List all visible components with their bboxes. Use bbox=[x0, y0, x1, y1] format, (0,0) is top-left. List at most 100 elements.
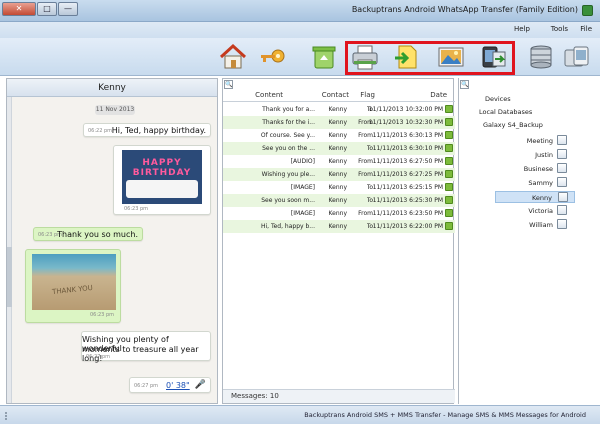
menu-bar: File Tools Help bbox=[0, 22, 600, 38]
chat-scroll-thumb[interactable] bbox=[7, 247, 12, 307]
cell-contact: Kenny bbox=[328, 145, 347, 152]
tree-node-devices[interactable]: Devices bbox=[485, 95, 511, 103]
cell-date: 11/11/2013 6:30:10 PM bbox=[372, 145, 443, 152]
cell-date: 11/11/2013 6:27:50 PM bbox=[372, 158, 443, 165]
menu-help[interactable]: Help bbox=[514, 25, 530, 33]
image-message-bubble[interactable]: THANK YOU 06:23 pm bbox=[25, 249, 121, 323]
message-bubble: 06:22 pm Hi, Ted, happy birthday. bbox=[83, 123, 211, 137]
tree-contact-sammy[interactable]: Sammy bbox=[495, 177, 575, 189]
cell-content: Wishing you ple... bbox=[261, 171, 315, 178]
key-icon[interactable] bbox=[258, 42, 288, 72]
cell-contact: Kenny bbox=[328, 171, 347, 178]
tree-contact-victoria[interactable]: Victoria bbox=[495, 205, 575, 217]
table-row[interactable]: 11/11/2013 6:25:30 PM To Kenny See you soon… bbox=[223, 194, 455, 207]
message-time: 06:27 pm bbox=[86, 354, 111, 360]
table-row[interactable]: 11/11/2013 6:22:00 PM To Kenny Hi, Ted, hap… bbox=[223, 220, 455, 233]
chat-scrollbar[interactable] bbox=[7, 97, 12, 403]
header-divider bbox=[223, 101, 455, 102]
sms-icon bbox=[445, 183, 453, 191]
cell-content: Thanks for the i... bbox=[262, 119, 315, 126]
close-window-button[interactable]: ✕ bbox=[2, 2, 36, 16]
contact-label: William bbox=[529, 221, 553, 229]
tree-node-backup[interactable]: Galaxy S4_Backup bbox=[483, 121, 543, 129]
cell-flag: To bbox=[366, 197, 373, 204]
sms-icon bbox=[445, 222, 453, 230]
table-row[interactable]: 11/11/2013 6:23:50 PM From Kenny [IMAGE] bbox=[223, 207, 455, 220]
message-bubble: 06:23 pm Thank you so much. bbox=[33, 227, 143, 241]
table-footer: Messages: 10 bbox=[223, 389, 455, 403]
sand-written-text: THANK YOU bbox=[51, 283, 94, 297]
sms-icon bbox=[445, 144, 453, 152]
audio-message-bubble[interactable]: 06:27 pm 0' 38" 🎤 bbox=[129, 377, 211, 393]
cell-flag: To bbox=[366, 145, 373, 152]
chat-contact-name: Kenny bbox=[7, 79, 217, 97]
column-flag[interactable]: Flag bbox=[360, 91, 375, 99]
birthday-cake-image: HAPPY BIRTHDAY bbox=[122, 150, 202, 204]
table-row[interactable]: 11/11/2013 10:32:00 PM To Kenny Thank you f… bbox=[223, 103, 455, 116]
beach-sand-image: THANK YOU bbox=[32, 254, 116, 310]
devices-icon[interactable] bbox=[562, 42, 592, 72]
sms-icon bbox=[445, 131, 453, 139]
contact-icon bbox=[557, 177, 567, 187]
cell-contact: Kenny bbox=[328, 158, 347, 165]
table-row[interactable]: 11/11/2013 6:27:25 PM From Kenny Wishing yo… bbox=[223, 168, 455, 181]
sms-icon bbox=[445, 170, 453, 178]
message-time: 06:23 pm bbox=[89, 312, 114, 318]
column-date[interactable]: Date bbox=[430, 91, 447, 99]
tree-contact-meeting[interactable]: Meeting bbox=[495, 135, 575, 147]
cell-contact: Kenny bbox=[328, 197, 347, 204]
cell-contact: Kenny bbox=[328, 223, 347, 230]
cell-contact: Kenny bbox=[328, 184, 347, 191]
table-row[interactable]: 11/11/2013 10:32:30 PM From Kenny Thanks fo… bbox=[223, 116, 455, 129]
table-row[interactable]: 11/11/2013 6:30:10 PM To Kenny See you on t… bbox=[223, 142, 455, 155]
maximize-window-button[interactable]: □ bbox=[37, 2, 57, 16]
column-contact[interactable]: Contact bbox=[322, 91, 349, 99]
tree-contact-justin[interactable]: Justin bbox=[495, 149, 575, 161]
table-row[interactable]: 11/11/2013 6:27:50 PM From Kenny [AUDIO] bbox=[223, 155, 455, 168]
database-icon[interactable] bbox=[526, 42, 556, 72]
table-row[interactable]: 11/11/2013 6:25:15 PM To Kenny [IMAGE] bbox=[223, 181, 455, 194]
menu-tools[interactable]: Tools bbox=[551, 25, 568, 33]
contact-label: Kenny bbox=[531, 194, 552, 202]
contact-icon bbox=[557, 205, 567, 215]
tree-contact-businese[interactable]: Businese bbox=[495, 163, 575, 175]
minimize-window-button[interactable]: — bbox=[58, 2, 78, 16]
table-search-icon[interactable]: 🔍 bbox=[224, 80, 233, 89]
chat-date-separator: 11 Nov 2013 bbox=[95, 105, 135, 115]
contact-label: Sammy bbox=[528, 179, 553, 187]
cell-content: [AUDIO] bbox=[290, 158, 315, 165]
message-count: Messages: 10 bbox=[231, 392, 279, 400]
cell-date: 11/11/2013 6:25:15 PM bbox=[372, 184, 443, 191]
recycle-icon[interactable] bbox=[309, 42, 339, 72]
cell-flag: From bbox=[358, 132, 373, 139]
contact-icon bbox=[557, 149, 567, 159]
message-bubble: Wishing you plenty of wonderful moments … bbox=[81, 331, 211, 363]
image-message-bubble[interactable]: HAPPY BIRTHDAY 06:23 pm bbox=[113, 145, 211, 215]
status-bar: Backuptrans Android SMS + MMS Transfer -… bbox=[0, 405, 600, 424]
tree-search-icon[interactable]: 🔍 bbox=[460, 80, 469, 89]
contact-icon bbox=[557, 135, 567, 145]
tree-node-local-databases[interactable]: Local Databases bbox=[479, 108, 532, 116]
tree-contact-kenny[interactable]: Kenny bbox=[495, 191, 575, 203]
contact-label: Businese bbox=[523, 165, 553, 173]
cell-flag: From bbox=[358, 158, 373, 165]
column-content[interactable]: Content bbox=[255, 91, 283, 99]
table-row[interactable]: 11/11/2013 6:30:13 PM From Kenny Of course.… bbox=[223, 129, 455, 142]
cell-flag: To bbox=[366, 223, 373, 230]
home-icon[interactable] bbox=[218, 42, 248, 72]
cell-content: Thank you for a... bbox=[262, 106, 315, 113]
menu-file[interactable]: File bbox=[580, 25, 592, 33]
window-controls: ✕ □ — bbox=[2, 2, 78, 16]
sms-icon bbox=[445, 118, 453, 126]
message-time: 06:22 pm bbox=[88, 128, 113, 134]
cell-content: Hi, Ted, happy b... bbox=[260, 223, 315, 230]
cell-date: 11/11/2013 6:22:00 PM bbox=[372, 223, 443, 230]
contact-icon bbox=[557, 219, 567, 229]
cell-date: 11/11/2013 6:30:13 PM bbox=[372, 132, 443, 139]
cell-contact: Kenny bbox=[328, 210, 347, 217]
resize-grip-icon[interactable] bbox=[4, 411, 10, 421]
cell-date: 11/11/2013 6:25:30 PM bbox=[372, 197, 443, 204]
cell-content: [IMAGE] bbox=[290, 210, 315, 217]
tree-contact-william[interactable]: William bbox=[495, 219, 575, 231]
audio-duration-link[interactable]: 0' 38" bbox=[166, 381, 190, 390]
